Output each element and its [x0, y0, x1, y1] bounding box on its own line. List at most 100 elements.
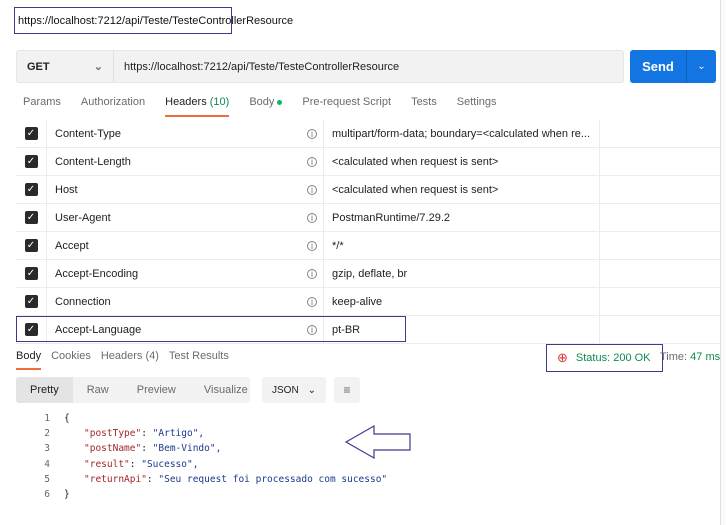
response-time[interactable]: Time: 47 ms [660, 351, 720, 363]
header-key-text: Connection [55, 295, 111, 308]
code-line: 5 "returnApi": "Seu request foi processad… [30, 474, 387, 489]
checkmark-icon: ✓ [24, 127, 38, 140]
header-value[interactable]: */* [324, 232, 600, 259]
header-key[interactable]: User-Agent i [47, 204, 324, 231]
chevron-down-icon: ⌄ [93, 61, 103, 73]
method-label: GET [27, 60, 50, 73]
header-value[interactable]: <calculated when request is sent> [324, 148, 600, 175]
header-value[interactable]: multipart/form-data; boundary=<calculate… [324, 120, 600, 147]
header-value[interactable]: <calculated when request is sent> [324, 176, 600, 203]
json-key: "postName" [84, 443, 142, 455]
code-line: 2 "postType": "Artigo", [30, 428, 387, 443]
header-key[interactable]: Content-Type i [47, 120, 324, 147]
line-number: 1 [44, 413, 50, 424]
globe-error-icon[interactable]: ⊕ [557, 350, 568, 366]
status-box: ⊕ Status: 200 OK [546, 344, 663, 372]
method-select[interactable]: GET ⌄ [17, 51, 114, 82]
json-key: "postType" [84, 428, 142, 440]
request-tabs: Params Authorization Headers (10) Body P… [23, 96, 517, 117]
header-key[interactable]: Host i [47, 176, 324, 203]
header-row: ✓ Connection i keep-alive [16, 288, 720, 316]
send-button[interactable]: Send [630, 50, 687, 83]
header-checkbox[interactable]: ✓ [16, 204, 47, 231]
tab-authorization[interactable]: Authorization [81, 96, 145, 117]
body-indicator-dot [277, 99, 283, 105]
info-icon[interactable]: i [307, 296, 317, 307]
code-line: 1{ [30, 413, 387, 428]
header-value[interactable]: PostmanRuntime/7.29.2 [324, 204, 600, 231]
checkmark-icon: ✓ [24, 155, 38, 168]
header-key[interactable]: Content-Length i [47, 148, 324, 175]
header-value[interactable]: keep-alive [324, 288, 600, 315]
header-key[interactable]: Accept-Encoding i [47, 260, 324, 287]
tab-headers[interactable]: Headers (10) [165, 96, 230, 117]
header-checkbox[interactable]: ✓ [16, 288, 47, 315]
format-select[interactable]: JSON ⌄ [262, 377, 326, 403]
checkmark-icon: ✓ [24, 295, 38, 308]
response-tabs: Body Cookies Headers (4) Test Results [16, 350, 239, 370]
request-bar: GET ⌄ https://localhost:7212/api/Teste/Te… [16, 50, 624, 83]
right-panel-edge [720, 0, 726, 525]
tab-body-label: Body [249, 96, 275, 108]
code-line: 4 "result": "Sucesso", [30, 459, 387, 474]
header-value[interactable]: gzip, deflate, br [324, 260, 600, 287]
header-row: ✓ Accept-Encoding i gzip, deflate, br [16, 260, 720, 288]
line-number: 5 [44, 473, 50, 485]
header-key-text: User-Agent [55, 211, 111, 224]
headers-count: (10) [209, 96, 230, 108]
wrap-lines-icon[interactable]: ≡ [334, 377, 360, 403]
response-tab-cookies[interactable]: Cookies [51, 350, 91, 370]
url-annotation-box: https://localhost:7212/api/Teste/TesteCo… [14, 7, 293, 34]
info-icon[interactable]: i [307, 268, 317, 279]
tab-settings[interactable]: Settings [457, 96, 497, 117]
status-text[interactable]: Status: 200 OK [576, 352, 651, 364]
info-icon[interactable]: i [307, 156, 317, 167]
view-visualize[interactable]: Visualize [190, 377, 262, 403]
header-checkbox[interactable]: ✓ [16, 148, 47, 175]
view-mode-tabs: Pretty Raw Preview Visualize [16, 377, 250, 403]
header-checkbox[interactable]: ✓ [16, 232, 47, 259]
tab-params[interactable]: Params [23, 96, 61, 117]
headers-table: ✓ Content-Type i multipart/form-data; bound… [16, 120, 720, 344]
code-brace: { [64, 413, 70, 424]
checkmark-icon: ✓ [24, 183, 38, 196]
json-key: "returnApi" [84, 473, 147, 485]
header-checkbox[interactable]: ✓ [16, 120, 47, 147]
checkmark-icon: ✓ [24, 267, 38, 280]
json-value: "Seu request foi processado com sucesso" [158, 473, 388, 485]
accept-language-annotation-box [16, 316, 406, 342]
view-preview[interactable]: Preview [123, 377, 190, 403]
view-raw[interactable]: Raw [73, 377, 123, 403]
header-key-text: Host [55, 183, 78, 196]
line-number: 4 [44, 458, 50, 470]
left-arrow-annotation-icon [344, 424, 411, 460]
checkmark-icon: ✓ [24, 211, 38, 224]
json-value: "Artigo", [152, 428, 205, 440]
header-checkbox[interactable]: ✓ [16, 176, 47, 203]
tab-pre-request-script[interactable]: Pre-request Script [302, 96, 391, 117]
info-icon[interactable]: i [307, 240, 317, 251]
tab-tests[interactable]: Tests [411, 96, 437, 117]
format-label: JSON [272, 384, 299, 396]
time-value: 47 ms [690, 351, 721, 363]
code-line: 3 "postName": "Bem-Vindo", [30, 443, 387, 458]
info-icon[interactable]: i [307, 212, 317, 223]
json-key: "result" [84, 458, 130, 470]
header-checkbox[interactable]: ✓ [16, 260, 47, 287]
info-icon[interactable]: i [307, 128, 317, 139]
info-icon[interactable]: i [307, 184, 317, 195]
json-value: "Bem-Vindo", [152, 443, 222, 455]
response-tab-body[interactable]: Body [16, 350, 42, 370]
view-pretty[interactable]: Pretty [16, 377, 73, 403]
header-row: ✓ Accept i */* [16, 232, 720, 260]
response-tab-headers[interactable]: Headers (4) [101, 350, 159, 370]
url-input[interactable]: https://localhost:7212/api/Teste/TesteCo… [114, 51, 399, 82]
response-tab-test-results[interactable]: Test Results [169, 350, 229, 370]
line-number: 2 [44, 428, 50, 440]
send-options-chevron-icon[interactable]: ⌄ [687, 50, 716, 83]
header-key-text: Content-Length [55, 155, 131, 168]
tab-body[interactable]: Body [249, 96, 283, 117]
header-key[interactable]: Accept i [47, 232, 324, 259]
tab-headers-label: Headers [165, 96, 207, 108]
header-key[interactable]: Connection i [47, 288, 324, 315]
